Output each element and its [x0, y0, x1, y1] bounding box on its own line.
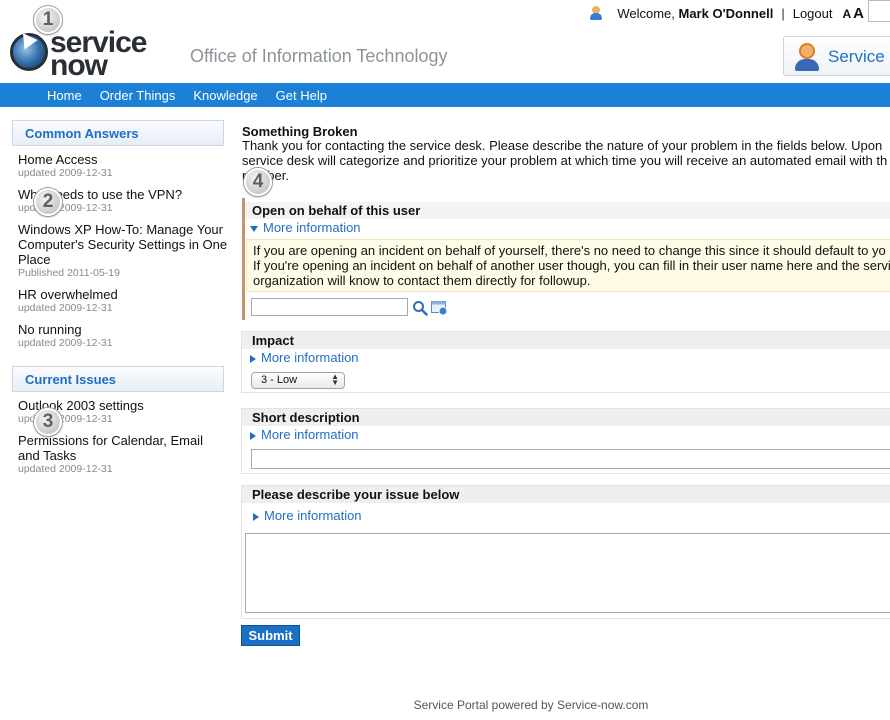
- form-title: Something Broken: [242, 124, 358, 139]
- list-item[interactable]: Permissions for Calendar, Email and Task…: [18, 433, 228, 476]
- user-name: Mark O'Donnell: [678, 5, 774, 21]
- welcome-text: Welcome,: [617, 5, 675, 21]
- article-date: updated 2009-12-31: [18, 337, 113, 349]
- common-answers-list: Home Access updated 2009-12-31 Who needs…: [18, 152, 228, 357]
- article-title[interactable]: Home Access: [18, 152, 228, 167]
- font-smaller-button[interactable]: A: [842, 7, 851, 21]
- logout-link[interactable]: Logout: [793, 6, 833, 21]
- separator: |: [781, 5, 785, 21]
- select-arrows-icon: ▲ ▼: [331, 372, 339, 387]
- footer-text: Service Portal powered by Service-now.co…: [413, 698, 649, 712]
- short-description-label: Short description: [242, 409, 890, 426]
- article-title[interactable]: No running: [18, 322, 228, 337]
- nav-knowledge[interactable]: Knowledge: [193, 88, 257, 103]
- form-intro: Thank you for contacting the service des…: [242, 138, 888, 183]
- describe-more-info-link[interactable]: More information: [242, 507, 890, 524]
- servicenow-logo[interactable]: service now: [10, 28, 175, 82]
- nav-home[interactable]: Home: [47, 88, 82, 103]
- short-description-input[interactable]: [251, 449, 890, 469]
- short-description-more-info-link[interactable]: More information: [242, 426, 890, 443]
- list-item[interactable]: No running updated 2009-12-31: [18, 322, 228, 350]
- callout-2: 2: [34, 188, 62, 216]
- describe-section: Please describe your issue below More in…: [241, 485, 890, 619]
- issue-date: updated 2009-12-31: [18, 463, 113, 475]
- article-title[interactable]: HR overwhelmed: [18, 287, 228, 302]
- callout-3: 3: [34, 408, 62, 436]
- triangle-right-icon: [250, 431, 256, 440]
- current-issues-header: Current Issues: [12, 366, 224, 392]
- list-item[interactable]: Home Access updated 2009-12-31: [18, 152, 228, 180]
- mandatory-marker: [242, 198, 245, 320]
- logo-text-now: now: [50, 49, 108, 82]
- search-box[interactable]: [868, 0, 890, 22]
- user-icon: [589, 6, 603, 20]
- behalf-input-row: [251, 298, 890, 318]
- common-answers-header: Common Answers: [12, 120, 224, 146]
- user-bar: Welcome, Mark O'Donnell | Logout AA: [589, 4, 864, 22]
- article-date: updated 2009-12-31: [18, 167, 113, 179]
- behalf-more-info-link[interactable]: More information: [242, 219, 890, 236]
- describe-textarea[interactable]: [245, 533, 890, 613]
- nav-get-help[interactable]: Get Help: [276, 88, 327, 103]
- submit-button[interactable]: Submit: [241, 625, 300, 646]
- main-nav: Home Order Things Knowledge Get Help: [0, 83, 890, 107]
- search-icon[interactable]: [412, 300, 428, 316]
- impact-more-info-link[interactable]: More information: [242, 349, 890, 366]
- user-lookup-icon[interactable]: [431, 301, 448, 316]
- triangle-down-icon: [250, 225, 258, 232]
- impact-label: Impact: [242, 332, 890, 349]
- triangle-right-icon: [253, 512, 259, 521]
- article-title[interactable]: Windows XP How-To: Manage Your Computer'…: [18, 222, 228, 267]
- list-item[interactable]: HR overwhelmed updated 2009-12-31: [18, 287, 228, 315]
- font-size-controls: AA: [842, 5, 864, 22]
- impact-section: Impact More information 3 - Low ▲ ▼: [241, 331, 890, 393]
- impact-select[interactable]: 3 - Low ▲ ▼: [251, 372, 345, 389]
- behalf-section: Open on behalf of this user More informa…: [241, 198, 890, 321]
- support-agent-icon: [793, 42, 821, 72]
- list-item[interactable]: Windows XP How-To: Manage Your Computer'…: [18, 222, 228, 280]
- callout-4: 4: [244, 168, 272, 196]
- font-larger-button[interactable]: A: [853, 5, 864, 22]
- triangle-right-icon: [250, 354, 256, 363]
- behalf-user-input[interactable]: [251, 298, 408, 316]
- callout-1: 1: [34, 6, 62, 34]
- impact-selected-value: 3 - Low: [261, 374, 298, 386]
- service-desk-label: Service D: [828, 47, 890, 66]
- issue-title[interactable]: Permissions for Calendar, Email and Task…: [18, 433, 228, 463]
- office-title: Office of Information Technology: [190, 46, 448, 66]
- behalf-label: Open on behalf of this user: [242, 202, 890, 219]
- short-description-section: Short description More information: [241, 408, 890, 474]
- describe-label: Please describe your issue below: [242, 486, 890, 503]
- article-date: updated 2009-12-31: [18, 302, 113, 314]
- service-desk-button[interactable]: Service D: [783, 36, 890, 76]
- globe-logo-icon: [10, 28, 48, 71]
- behalf-info-box: If you are opening an incident on behalf…: [246, 239, 890, 292]
- article-date: Published 2011-05-19: [18, 267, 120, 279]
- nav-order-things[interactable]: Order Things: [100, 88, 176, 103]
